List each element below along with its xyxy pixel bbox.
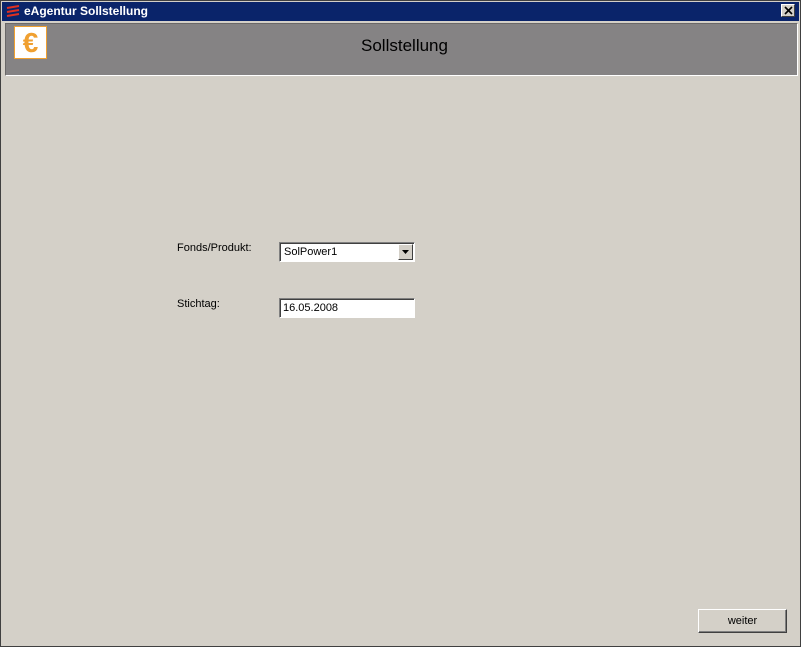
fonds-produkt-value: SolPower1	[284, 246, 338, 258]
close-icon	[784, 6, 793, 15]
close-button[interactable]	[781, 4, 795, 17]
stichtag-input[interactable]	[279, 298, 415, 318]
title-bar[interactable]: eAgentur Sollstellung	[2, 2, 799, 21]
dropdown-button[interactable]	[398, 244, 413, 260]
app-window: eAgentur Sollstellung € Sollstellung Fon…	[0, 0, 801, 647]
header-banner: € Sollstellung	[5, 23, 798, 76]
chevron-down-icon	[402, 250, 409, 254]
fonds-produkt-select[interactable]: SolPower1	[279, 242, 415, 262]
fonds-produkt-label: Fonds/Produkt:	[177, 242, 252, 254]
page-title: Sollstellung	[361, 36, 448, 55]
window-title: eAgentur Sollstellung	[24, 4, 149, 18]
stichtag-label: Stichtag:	[177, 298, 220, 310]
weiter-button[interactable]: weiter	[698, 609, 787, 633]
eagentur-lines-icon	[6, 5, 20, 18]
